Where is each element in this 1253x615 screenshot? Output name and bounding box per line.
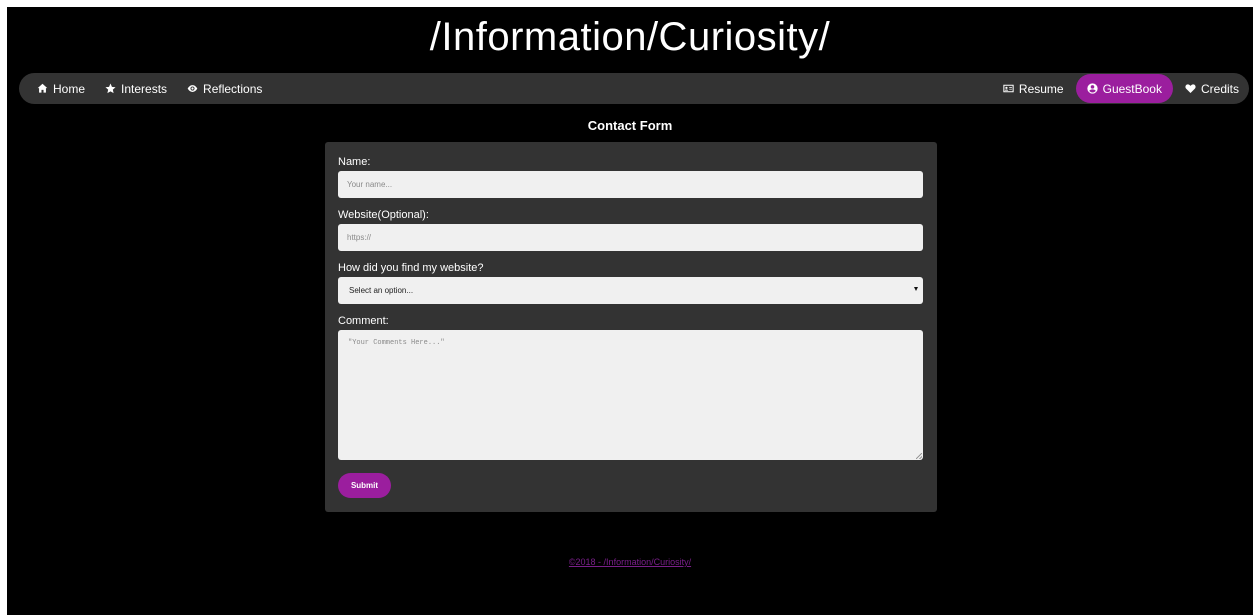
site-title: /Information/Curiosity/ [429,15,831,59]
nav-left-group: Home Interests Reflections [27,73,272,104]
nav-item-reflections[interactable]: Reflections [177,73,272,104]
id-card-icon [1003,84,1014,93]
nav-item-label: GuestBook [1102,81,1162,96]
resize-grip-icon[interactable] [916,453,922,459]
nav-right-group: Resume GuestBook Credits [993,73,1249,104]
contact-form: Name: Website(Optional): How did you fin… [325,142,937,512]
nav-item-label: Interests [121,81,168,96]
name-label: Name: [338,156,371,168]
nav-item-resume[interactable]: Resume [993,73,1074,104]
page: /Information/Curiosity/ Home Interests R… [7,7,1253,615]
dropdown-arrow-icon [914,287,918,291]
star-icon [105,83,116,94]
source-label: How did you find my website? [338,262,484,274]
nav-item-label: Credits [1200,81,1239,96]
website-input[interactable] [338,224,923,251]
nav-item-label: Resume [1018,81,1064,96]
nav-item-guestbook[interactable]: GuestBook [1075,74,1173,103]
nav-item-interests[interactable]: Interests [95,73,177,104]
nav-item-label: Reflections [203,81,263,96]
source-select[interactable]: Select an option... [338,277,923,304]
comment-label: Comment: [338,315,389,327]
nav-item-label: Home [53,81,86,96]
nav-item-home[interactable]: Home [27,73,95,104]
source-select-value: Select an option... [349,286,414,295]
name-input[interactable] [338,171,923,198]
eye-icon [187,85,198,92]
footer-link[interactable]: ©2018 - /Information/Curiosity/ [569,557,691,567]
comment-textarea[interactable] [338,330,923,460]
home-icon [37,83,48,93]
navbar: Home Interests Reflections Resume GuestB… [19,73,1249,104]
form-heading: Contact Form [587,118,673,133]
nav-item-credits[interactable]: Credits [1175,73,1249,104]
website-label: Website(Optional): [338,209,429,221]
submit-button[interactable]: Submit [338,473,391,498]
heart-icon [1185,84,1196,93]
footer: ©2018 - /Information/Curiosity/ [7,557,1253,567]
user-circle-icon [1086,83,1098,94]
